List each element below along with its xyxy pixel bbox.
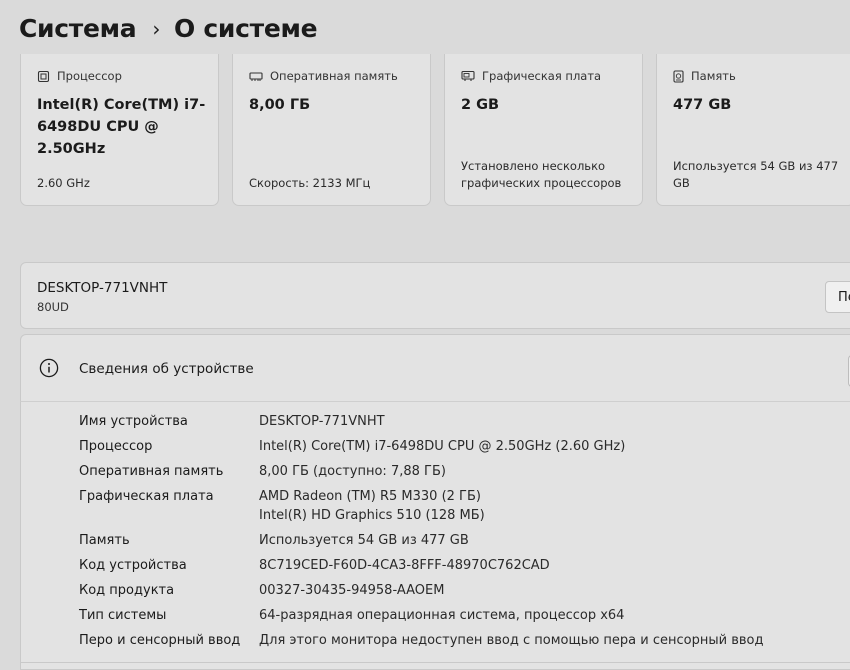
card-graphics: Графическая плата 2 GB Установлено неско… (444, 54, 643, 206)
spec-label-graphics: Графическая плата (79, 489, 214, 504)
card-graphics-label: Графическая плата (482, 69, 602, 83)
spec-value-device-id: 8C719CED-F60D-4CA3-8FFF-48970C762CAD (259, 558, 550, 573)
spec-row: Код продукта 00327-30435-94958-AAOEM (79, 581, 444, 600)
device-info-list: Имя устройства DESKTOP-771VNHT Процессор… (20, 401, 850, 663)
card-graphics-sub: Установлено несколько графических процес… (461, 159, 622, 190)
spec-value-storage: Используется 54 GB из 477 GB (259, 533, 469, 548)
device-name-row: DESKTOP-771VNHT 80UD Пе (20, 262, 850, 329)
spec-label-processor: Процессор (79, 439, 153, 454)
spec-label-ram: Оперативная память (79, 464, 224, 479)
spec-label-pen-touch: Перо и сенсорный ввод (79, 633, 241, 648)
spec-row: Код устройства 8C719CED-F60D-4CA3-8FFF-4… (79, 556, 550, 575)
spec-label-device-name: Имя устройства (79, 414, 188, 429)
spec-value-graphics: AMD Radeon (TM) R5 M330 (2 ГБ) (259, 489, 481, 504)
breadcrumb: Система › О системе (19, 14, 318, 43)
breadcrumb-chevron-icon: › (152, 16, 161, 41)
next-section-edge (20, 662, 850, 670)
spec-row: Память Используется 54 GB из 477 GB (79, 531, 469, 550)
spec-value-pen-touch: Для этого монитора недоступен ввод с пом… (259, 633, 764, 648)
device-name: DESKTOP-771VNHT (37, 280, 168, 296)
spec-value-processor: Intel(R) Core(TM) i7-6498DU CPU @ 2.50GH… (259, 439, 626, 454)
about-system-page: Система › О системе Процессор Intel(R) C… (0, 0, 850, 670)
spec-value-ram: 8,00 ГБ (доступно: 7,88 ГБ) (259, 464, 446, 479)
storage-icon (673, 69, 684, 83)
device-info-title: Сведения об устройстве (79, 361, 254, 377)
spec-value-system-type: 64-разрядная операционная система, проце… (259, 608, 625, 623)
spec-value-device-name: DESKTOP-771VNHT (259, 414, 385, 429)
device-model: 80UD (37, 300, 69, 314)
spec-label-product-id: Код продукта (79, 583, 175, 598)
card-memory-value: 8,00 ГБ (249, 97, 311, 113)
card-processor-value: Intel(R) Core(TM) i7-6498DU CPU @ 2.50GH… (37, 97, 206, 157)
processor-icon (37, 70, 50, 82)
graphics-card-icon (461, 70, 475, 81)
spec-row: Тип системы 64-разрядная операционная си… (79, 606, 624, 625)
breadcrumb-parent[interactable]: Система (19, 14, 137, 43)
card-graphics-value: 2 GB (461, 97, 500, 113)
card-processor-sub: 2.60 GHz (37, 175, 90, 190)
card-memory-sub: Скорость: 2133 МГц (249, 175, 371, 190)
card-storage-sub: Используется 54 GB из 477 GB (673, 159, 839, 190)
spec-row: Имя устройства DESKTOP-771VNHT (79, 412, 385, 431)
card-memory-label: Оперативная память (270, 69, 398, 83)
device-info-header[interactable]: Сведения об устройстве (20, 334, 850, 402)
info-icon (39, 358, 59, 378)
card-processor: Процессор Intel(R) Core(TM) i7-6498DU CP… (20, 54, 219, 206)
spec-value-product-id: 00327-30435-94958-AAOEM (259, 583, 445, 598)
card-memory: Оперативная память 8,00 ГБ Скорость: 213… (232, 54, 431, 206)
rename-pc-button[interactable]: Пе (825, 281, 850, 313)
spec-label-system-type: Тип системы (79, 608, 167, 623)
spec-label-device-id: Код устройства (79, 558, 187, 573)
card-storage-label: Память (691, 69, 736, 83)
page-title: О системе (174, 14, 318, 43)
spec-row: Перо и сенсорный ввод Для этого монитора… (79, 631, 763, 650)
spec-label-storage: Память (79, 533, 130, 548)
spec-value-graphics-2: Intel(R) HD Graphics 510 (128 МБ) (259, 508, 485, 523)
card-processor-label: Процессор (57, 69, 122, 83)
spec-row: Оперативная память 8,00 ГБ (доступно: 7,… (79, 462, 446, 481)
spec-row: Процессор Intel(R) Core(TM) i7-6498DU CP… (79, 437, 625, 456)
memory-icon (249, 71, 263, 81)
card-storage: Память 477 GB Используется 54 GB из 477 … (656, 54, 850, 206)
card-storage-value: 477 GB (673, 97, 732, 113)
spec-row: Графическая плата AMD Radeon (TM) R5 M33… (79, 487, 481, 506)
